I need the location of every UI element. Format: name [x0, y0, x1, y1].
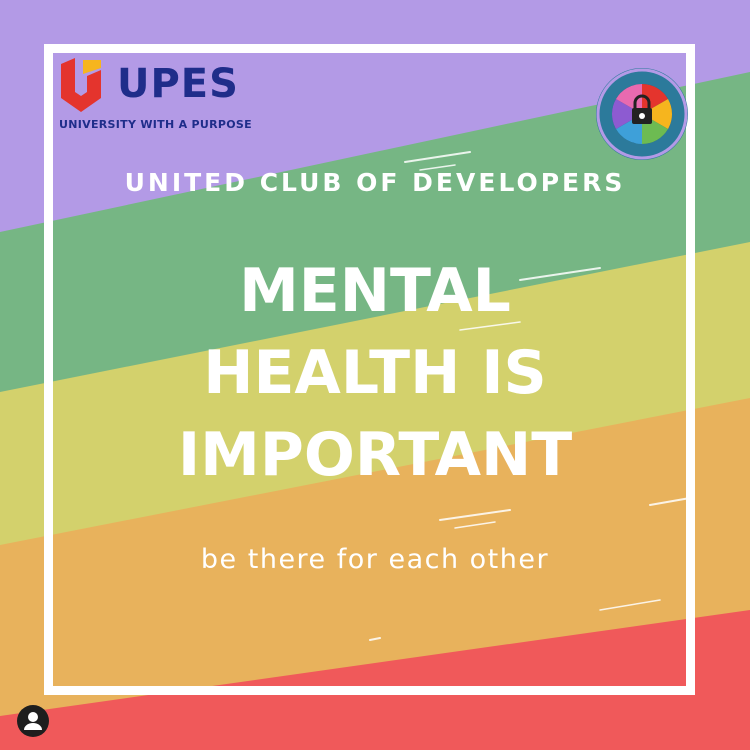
upes-u-mark-icon — [61, 58, 101, 112]
ucd-circular-badge-icon — [596, 68, 688, 160]
brand-name: UPES — [117, 61, 239, 107]
brand-tagline: UNIVERSITY WITH A PURPOSE — [59, 118, 252, 131]
upes-logo: UPES UNIVERSITY WITH A PURPOSE — [57, 58, 267, 138]
headline-line-3: IMPORTANT — [177, 420, 573, 490]
headline: MENTAL HEALTH IS IMPORTANT — [60, 250, 690, 496]
headline-line-2: HEALTH IS — [203, 338, 547, 408]
subtitle: be there for each other — [200, 544, 550, 575]
headline-line-1: MENTAL — [239, 256, 511, 326]
user-avatar-button[interactable] — [17, 705, 49, 737]
club-name: UNITED CLUB OF DEVELOPERS — [124, 168, 626, 197]
user-avatar-icon — [24, 712, 42, 730]
